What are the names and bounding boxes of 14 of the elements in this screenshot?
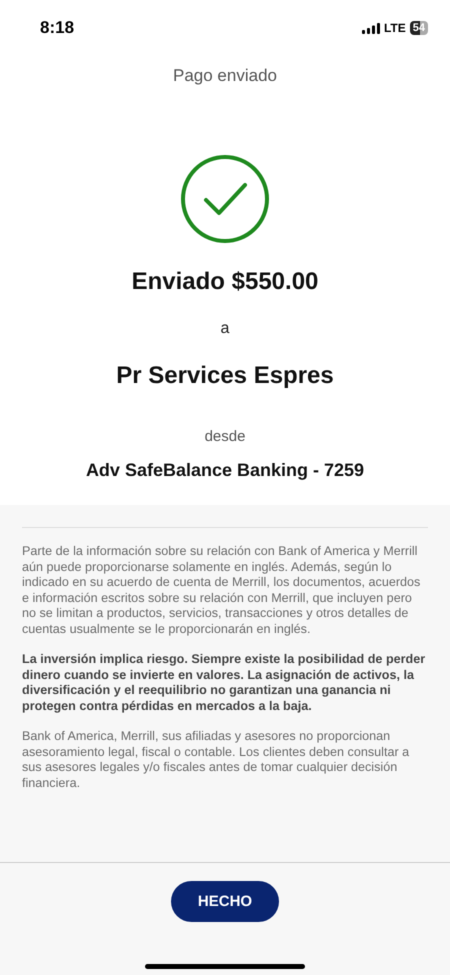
amount-sent: Enviado $550.00 (132, 268, 318, 296)
disclaimer-paragraph: Bank of America, Merrill, sus afiliadas y asesores no proporcionan asesoramiento legal, fiscal o contable. Los clientes deben consultar a sus asesores legales y/o fiscales antes de tomar cualquier decisión financiera. (22, 729, 410, 791)
signal-icon (362, 22, 380, 34)
recipient-name: Pr Services Espres (116, 362, 334, 390)
network-label: LTE (384, 21, 406, 35)
checkmark-circle-icon (180, 154, 270, 244)
disclaimer-paragraph: La inversión implica riesgo. Siempre existe la posibilidad de perder dinero cuando se invierte en valores. La asignación de activos, la diversificación y el reequilibrio no garantizan una ganancia ni protegen contra pérdidas en mercados a la baja. (22, 652, 426, 714)
connector-text: a (220, 320, 230, 338)
disclaimer-paragraph: Parte de la información sobre su relación con Bank of America y Merrill aún puede proporcionarse solamente en inglés. Además, según lo indicado en su acuerdo de cuenta de Merrill, los documentos, acuerdos e información escritos sobre su relación con Merrill, que incluyen pero no se limitan a productos, servicios, transacciones y otros detalles de cuentas usualmente se le proporcionarán en inglés. (22, 544, 422, 637)
status-time: 8:18 (40, 18, 74, 38)
from-label: desde (204, 428, 246, 445)
account-name: Adv SafeBalance Banking - 7259 (86, 460, 364, 481)
done-button[interactable]: HECHO (171, 881, 279, 922)
screen-title: Pago enviado (172, 66, 278, 86)
